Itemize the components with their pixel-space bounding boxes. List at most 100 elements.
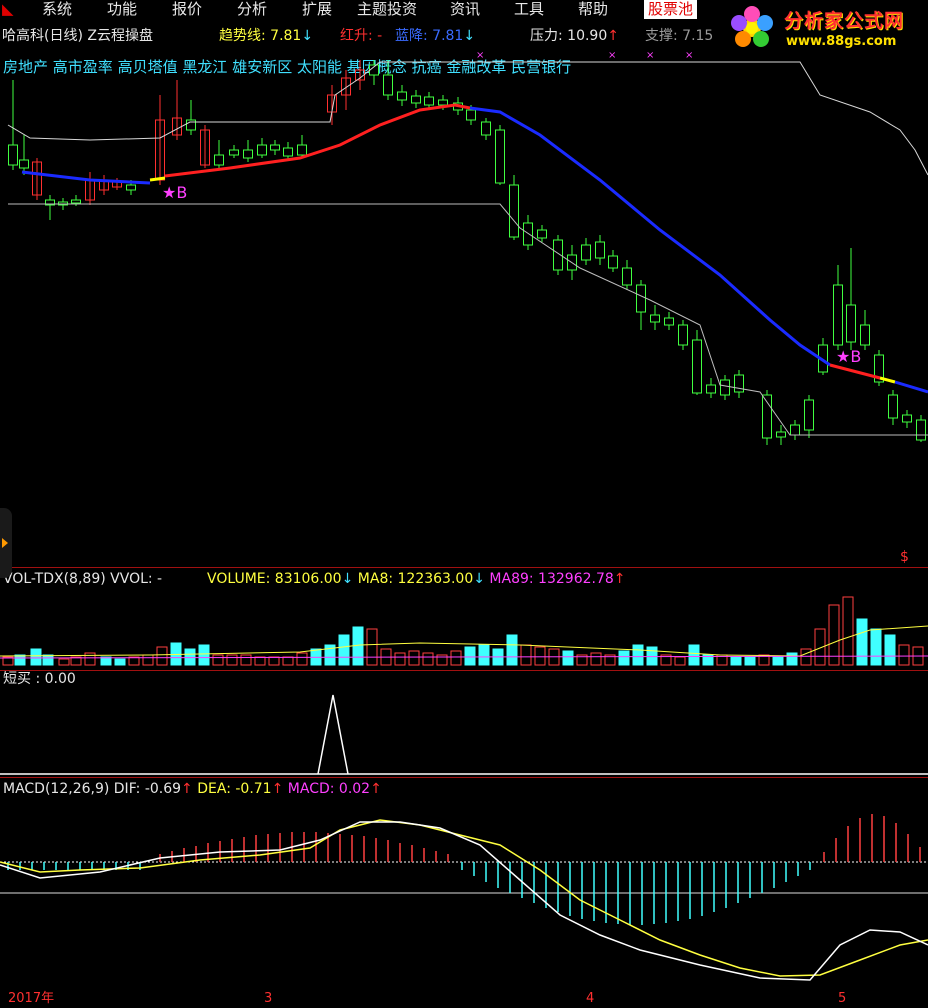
dea-value: DEA: -0.71: [197, 781, 272, 797]
volume-value: VOLUME: 83106.00: [207, 571, 342, 587]
vol-readouts: VOLUME: 83106.00↓ MA8: 122363.00↓ MA89: …: [207, 570, 626, 588]
volume-bar: [14, 654, 26, 666]
volume-bar: [688, 644, 700, 666]
volume-bar: [562, 650, 574, 666]
cross-marker-icon: ×: [608, 50, 616, 61]
candle-body: [902, 414, 912, 423]
volume-bar: [254, 656, 266, 666]
volume-bar: [296, 652, 308, 666]
candle-body: [509, 184, 519, 238]
candle-body: [622, 267, 632, 286]
candle-body: [214, 154, 224, 166]
candle-body: [664, 317, 674, 326]
short-buy-value: : 0.00: [35, 671, 76, 687]
volume-bar: [394, 652, 406, 666]
axis-tick-label: 5: [838, 991, 847, 1006]
candle-body: [8, 144, 18, 166]
volume-bar: [42, 654, 54, 666]
dif-line: [0, 821, 928, 981]
buy-signal-label: B: [850, 347, 862, 366]
volume-bar: [800, 648, 812, 666]
volume-bar: [408, 650, 420, 666]
trend-line-blue: [894, 380, 928, 394]
ma89-value: MA89: 132962.78: [489, 571, 614, 587]
volume-bar: [786, 652, 798, 666]
volume-bar: [30, 648, 42, 666]
volume-bar: [506, 634, 518, 666]
volume-bar: [422, 652, 434, 666]
candle-body: [297, 144, 307, 156]
candle-body: [692, 339, 702, 394]
short-buy-label[interactable]: 短买: [3, 671, 31, 687]
support-line: [8, 203, 928, 436]
up-arrow-icon: ↑: [613, 571, 626, 587]
vol-header: VOL-TDX(8,89) VVOL: -: [3, 570, 162, 588]
candle-body: [734, 374, 744, 393]
panel-toggle-handle[interactable]: [0, 508, 12, 578]
buy-signal: ★B: [836, 348, 861, 366]
volume-bar: [450, 650, 462, 666]
macd-value: MACD: 0.02: [287, 781, 371, 797]
volume-bar: [84, 652, 96, 666]
volume-bar: [856, 618, 868, 666]
vol-name[interactable]: VOL-TDX(8,89): [3, 571, 106, 587]
candle-body: [608, 255, 618, 269]
volume-bar: [114, 658, 126, 666]
candle-body: [537, 229, 547, 239]
candle-body: [481, 121, 491, 136]
trend-line-red: [164, 103, 471, 178]
candle-body: [833, 284, 843, 346]
volume-bar: [338, 634, 350, 666]
candle-body: [126, 184, 136, 191]
trend-line-yellow: [149, 176, 166, 182]
candle-body: [916, 419, 926, 441]
volume-bar: [730, 656, 742, 666]
volume-bar: [212, 654, 224, 666]
volume-bar: [744, 656, 756, 666]
up-arrow-icon: ↑: [271, 781, 284, 797]
axis-tick-label: 3: [264, 991, 273, 1006]
candle-body: [776, 431, 786, 438]
panel-divider: [0, 670, 928, 671]
macd-header: MACD(12,26,9) DIF: -0.69↑ DEA: -0.71↑ MA…: [3, 780, 382, 798]
candle-body: [595, 241, 605, 259]
ma8-line: [0, 625, 928, 657]
vvol-value: VVOL: -: [110, 571, 163, 587]
star-icon: ★: [836, 347, 851, 366]
candle-body: [860, 324, 870, 346]
candle-body: [888, 394, 898, 419]
cross-marker-icon: ×: [646, 50, 654, 61]
volume-bar: [268, 656, 280, 666]
volume-bar: [58, 658, 70, 666]
candle-body: [283, 147, 293, 157]
volume-bar: [198, 644, 210, 666]
volume-bar: [618, 650, 630, 666]
candle-body: [706, 384, 716, 394]
candle-body: [650, 314, 660, 323]
volume-bar: [842, 596, 854, 666]
candle-body: [257, 144, 267, 156]
dollar-marker-icon: $: [900, 549, 909, 565]
macd-name[interactable]: MACD(12,26,9): [3, 781, 109, 797]
volume-bar: [156, 646, 168, 666]
candle-body: [19, 159, 29, 169]
candle-body: [846, 304, 856, 343]
volume-bar: [884, 634, 896, 666]
volume-bar: [898, 644, 910, 666]
short-buy-header: 短买 : 0.00: [3, 670, 76, 688]
volume-bar: [436, 654, 448, 666]
cross-marker-icon: ×: [685, 50, 693, 61]
volume-bar: [772, 656, 784, 666]
candle-body: [581, 244, 591, 261]
volume-bar: [646, 646, 658, 666]
volume-bar: [520, 644, 532, 666]
stock-chart[interactable]: × × × ×: [0, 0, 928, 1006]
volume-bar: [478, 644, 490, 666]
candle-body: [424, 96, 434, 106]
dif-value: DIF: -0.69: [113, 781, 182, 797]
candle-body: [383, 74, 393, 96]
panel-divider: [0, 777, 928, 778]
up-arrow-icon: ↑: [181, 781, 193, 797]
cross-marker-icon: ×: [476, 50, 484, 61]
axis-year-label: 2017年: [8, 991, 55, 1006]
